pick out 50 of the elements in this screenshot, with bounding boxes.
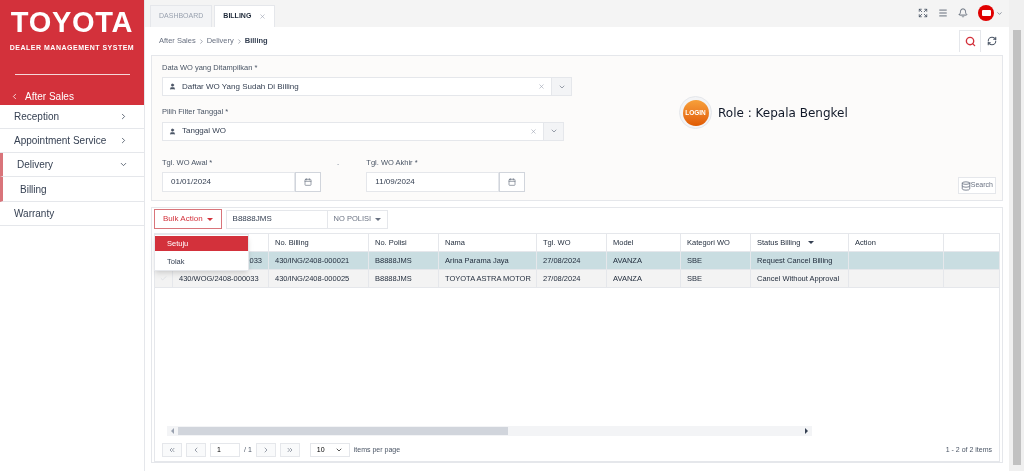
calendar-button[interactable] <box>295 171 321 192</box>
vertical-scrollbar[interactable] <box>1012 30 1021 465</box>
date-field[interactable]: 11/09/2024 <box>366 171 500 192</box>
last-page-button[interactable] <box>279 443 300 457</box>
menu-icon[interactable] <box>938 8 948 18</box>
sidebar-item[interactable]: Reception <box>0 105 144 129</box>
chevron-down-icon <box>119 160 128 169</box>
sort-caret-icon <box>808 241 815 244</box>
chevron-left-icon <box>10 91 19 101</box>
fullscreen-icon[interactable] <box>918 8 928 18</box>
calendar-icon <box>304 177 312 186</box>
next-page-button[interactable] <box>255 443 276 457</box>
role-text: Role : Kepala Bengkel <box>718 104 848 122</box>
database-icon <box>960 180 971 191</box>
person-icon <box>169 127 176 135</box>
notification-icon[interactable] <box>958 8 968 18</box>
sidebar-item[interactable]: Appointment Service <box>0 129 144 153</box>
clear-icon <box>530 127 537 135</box>
select-field[interactable]: Tanggal WO <box>162 121 564 141</box>
first-page-button[interactable] <box>162 443 182 457</box>
date-field[interactable]: 01/01/2024 <box>162 171 295 192</box>
last-page-icon <box>285 446 294 454</box>
breadcrumb-separator-icon <box>235 37 243 45</box>
bulk-action-button[interactable]: Bulk Action <box>154 209 222 229</box>
scroll-right-icon[interactable] <box>805 428 808 434</box>
calendar-icon <box>508 177 517 186</box>
scroll-left-icon[interactable] <box>171 428 174 434</box>
refresh-icon <box>987 36 997 46</box>
first-page-icon <box>168 446 176 454</box>
clear-icon <box>538 83 545 91</box>
previous-page-icon <box>192 446 200 454</box>
section-back-link[interactable]: After Sales <box>10 88 74 104</box>
caret-icon[interactable] <box>996 9 1003 17</box>
chevron-right-icon <box>119 136 128 145</box>
select-field[interactable]: Daftar WO Yang Sudah Di Billing <box>162 77 572 97</box>
caret-icon <box>334 446 343 454</box>
brand-logo: TOYOTA <box>10 8 134 37</box>
horizontal-scrollbar-thumb[interactable] <box>178 427 508 435</box>
caret-icon <box>206 217 213 221</box>
breadcrumb-separator-icon <box>197 37 205 45</box>
chevron-right-icon <box>119 112 128 121</box>
previous-page-button[interactable] <box>186 443 206 457</box>
user-avatar[interactable] <box>978 5 994 21</box>
caret-icon <box>549 127 558 135</box>
calendar-button[interactable] <box>499 171 526 192</box>
close-icon[interactable] <box>259 13 267 20</box>
search-button[interactable] <box>959 30 981 52</box>
sidebar-item[interactable]: Warranty <box>0 202 144 226</box>
person-icon <box>169 83 176 91</box>
search-icon <box>964 36 976 47</box>
